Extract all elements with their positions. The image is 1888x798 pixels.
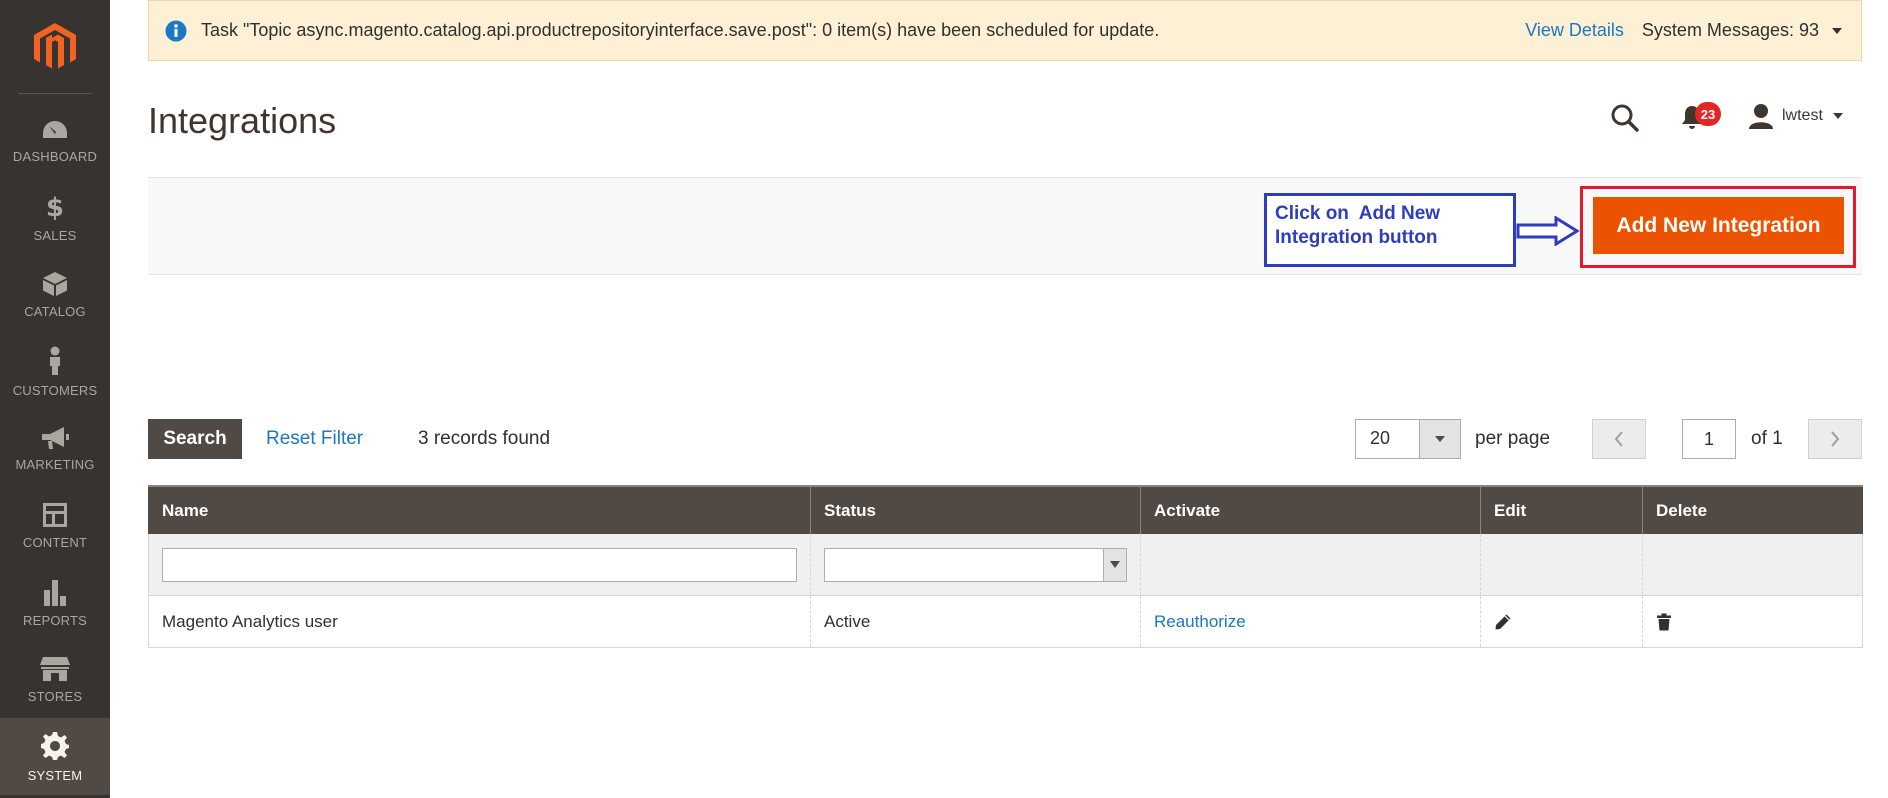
- per-page-value: 20: [1370, 428, 1391, 448]
- nav-dashboard-label: DASHBOARD: [12, 148, 98, 164]
- table-row[interactable]: Magento Analytics user Active Reauthoriz…: [148, 595, 1863, 648]
- add-new-integration-button[interactable]: Add New Integration: [1593, 197, 1844, 254]
- chevron-down-icon[interactable]: [1831, 27, 1843, 35]
- nav-sales[interactable]: $ SALES: [0, 179, 110, 256]
- instruction-callout: Click on Add New Integration button: [1264, 193, 1516, 267]
- cell-edit: [1480, 595, 1643, 648]
- box-icon: [43, 271, 67, 296]
- per-page-dropdown-arrow[interactable]: [1419, 420, 1460, 458]
- view-details-link[interactable]: View Details: [1525, 20, 1624, 41]
- search-button[interactable]: Search: [148, 419, 242, 459]
- info-icon: [165, 20, 187, 41]
- nav-marketing-label: MARKETING: [15, 456, 95, 472]
- nav-sales-label: SALES: [33, 227, 77, 243]
- nav-system-label: SYSTEM: [27, 767, 83, 783]
- search-icon[interactable]: [1610, 103, 1640, 133]
- nav-system[interactable]: SYSTEM: [0, 718, 110, 795]
- system-messages-count[interactable]: System Messages: 93: [1642, 20, 1819, 41]
- nav-stores[interactable]: STORES: [0, 641, 110, 718]
- svg-text:$: $: [46, 193, 64, 221]
- gear-icon: [41, 731, 69, 760]
- nav-dashboard[interactable]: DASHBOARD: [0, 102, 110, 179]
- cell-status: Active: [810, 595, 1141, 648]
- column-header-edit: Edit: [1480, 485, 1643, 534]
- admin-sidebar: DASHBOARD $ SALES CATALOG CUSTOMERS MARK…: [0, 0, 110, 798]
- filter-cell-empty: [1642, 534, 1863, 596]
- user-icon: [1749, 104, 1773, 129]
- nav-catalog[interactable]: CATALOG: [0, 256, 110, 333]
- next-page-button[interactable]: [1808, 419, 1862, 459]
- user-menu[interactable]: lwtest: [1748, 103, 1843, 129]
- column-header-name[interactable]: Name: [148, 485, 811, 534]
- per-page-select[interactable]: 20: [1355, 419, 1461, 459]
- filter-row: [148, 534, 1863, 596]
- records-found: 3 records found: [418, 428, 551, 449]
- status-filter-arrow[interactable]: [1103, 548, 1126, 581]
- cell-activate: Reauthorize: [1140, 595, 1481, 648]
- integrations-grid: Name Status Activate Edit Delete Magento…: [148, 485, 1863, 648]
- chevron-down-icon: [1110, 561, 1120, 568]
- nav-customers-label: CUSTOMERS: [12, 382, 98, 398]
- nav-stores-label: STORES: [27, 688, 83, 704]
- layout-icon: [43, 502, 67, 527]
- cell-name: Magento Analytics user: [148, 595, 811, 648]
- page-title: Integrations: [148, 100, 337, 141]
- system-message-text: Task "Topic async.magento.catalog.api.pr…: [201, 20, 1160, 40]
- storefront-icon: [40, 656, 70, 681]
- username: lwtest: [1782, 107, 1823, 124]
- chevron-down-icon: [1435, 436, 1445, 442]
- logo-divider: [18, 93, 92, 94]
- nav-catalog-label: CATALOG: [24, 303, 86, 319]
- person-icon: [50, 346, 60, 375]
- magento-logo[interactable]: [0, 0, 110, 93]
- filter-cell-status: [810, 534, 1141, 596]
- pencil-icon[interactable]: [1494, 613, 1512, 631]
- per-page-label: per page: [1475, 428, 1551, 449]
- system-message-bar: Task "Topic async.magento.catalog.api.pr…: [148, 0, 1862, 61]
- chevron-down-icon: [1832, 113, 1843, 119]
- megaphone-icon: [42, 426, 69, 449]
- previous-page-button[interactable]: [1592, 419, 1646, 459]
- column-header-status[interactable]: Status: [810, 485, 1141, 534]
- filter-cell-empty: [1480, 534, 1643, 596]
- page-number-input[interactable]: 1: [1682, 419, 1736, 459]
- reset-filter-link[interactable]: Reset Filter: [266, 428, 363, 450]
- nav-content-label: CONTENT: [22, 534, 88, 550]
- reauthorize-link[interactable]: Reauthorize: [1154, 612, 1246, 631]
- bar-chart-icon: [44, 579, 66, 606]
- dashboard-icon: [43, 120, 67, 138]
- nav-reports[interactable]: REPORTS: [0, 564, 110, 641]
- chevron-right-icon: [1831, 431, 1840, 447]
- nav-content[interactable]: CONTENT: [0, 487, 110, 564]
- notification-badge[interactable]: 23: [1695, 102, 1721, 126]
- status-filter-select[interactable]: [824, 547, 1127, 582]
- column-header-activate: Activate: [1140, 485, 1481, 534]
- filter-cell-name: [148, 534, 811, 596]
- page-count: of 1: [1751, 428, 1783, 449]
- trash-icon[interactable]: [1656, 613, 1672, 631]
- column-header-delete: Delete: [1642, 485, 1863, 534]
- chevron-left-icon: [1614, 431, 1623, 447]
- filter-cell-empty: [1140, 534, 1481, 596]
- table-header-row: Name Status Activate Edit Delete: [148, 485, 1863, 534]
- magento-logo-icon: [34, 22, 76, 68]
- nav-customers[interactable]: CUSTOMERS: [0, 333, 110, 410]
- dollar-icon: $: [46, 193, 64, 221]
- nav-reports-label: REPORTS: [22, 612, 87, 628]
- nav-marketing[interactable]: MARKETING: [0, 410, 110, 487]
- name-filter-input[interactable]: [162, 547, 797, 582]
- cell-delete: [1642, 595, 1863, 648]
- arrow-right-icon: [1516, 216, 1580, 246]
